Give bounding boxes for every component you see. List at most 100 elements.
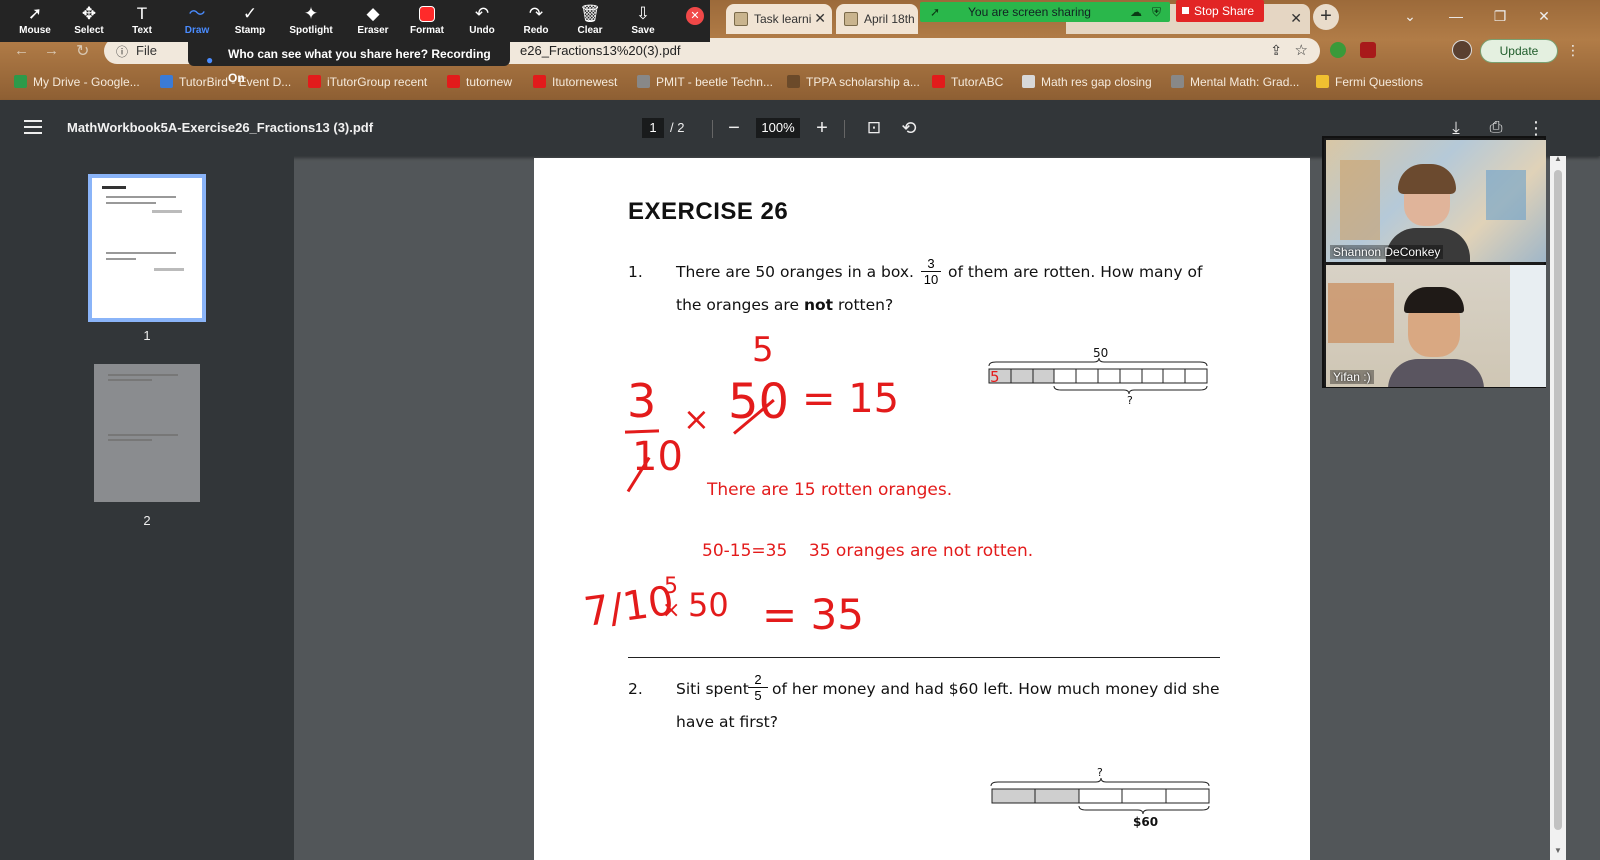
handwritten-numerator: 3: [627, 374, 657, 428]
pdf-title: MathWorkbook5A-Exercise26_Fractions13 (3…: [67, 120, 374, 135]
page-thumbnail-1[interactable]: [88, 174, 206, 322]
question-text: of them are rotten. How many of: [948, 263, 1203, 281]
bookmark-label: TPPA scholarship a...: [806, 75, 920, 89]
ublock-icon[interactable]: [1360, 42, 1376, 58]
extension-icon[interactable]: [1330, 42, 1346, 58]
minimize-icon[interactable]: —: [1434, 2, 1478, 30]
bookmark-item[interactable]: TutorABC: [932, 75, 1003, 89]
browser-tab[interactable]: April 18th: [836, 4, 918, 34]
share-arrow-icon: ➚: [930, 5, 941, 19]
bookmark-label: Mental Math: Grad...: [1190, 75, 1300, 89]
close-icon[interactable]: ✕: [814, 10, 826, 27]
tool-label: Redo: [523, 25, 549, 36]
stop-share-button[interactable]: Stop Share: [1176, 0, 1264, 22]
bookmark-item[interactable]: PMIT - beetle Techn...: [637, 75, 773, 89]
bookmark-favicon-icon: [447, 75, 460, 88]
bookmark-item[interactable]: iTutorGroup recent: [308, 75, 427, 89]
bookmark-item[interactable]: TutorBird - Event D...: [160, 75, 291, 89]
tool-clear-button[interactable]: 🗑 Clear: [565, 3, 615, 41]
question-text-line2: have at first?: [676, 713, 778, 731]
info-icon[interactable]: ⓘ: [116, 43, 128, 60]
tool-eraser-button[interactable]: ◆ Eraser: [348, 3, 398, 41]
handwritten-value: 50: [688, 586, 729, 624]
bookmark-label: My Drive - Google...: [33, 75, 140, 89]
screen-sharing-status[interactable]: ➚ You are screen sharing ☁ ⛨: [920, 2, 1170, 22]
bookmark-item[interactable]: My Drive - Google...: [14, 75, 140, 89]
scroll-down-icon[interactable]: ▼: [1554, 846, 1562, 855]
tool-select-button[interactable]: ✥ Select: [64, 3, 114, 41]
profile-avatar[interactable]: [1452, 40, 1472, 60]
question-text-line2: the oranges are not rotten?: [676, 296, 893, 314]
share-icon[interactable]: ⇪: [1270, 42, 1282, 59]
tool-redo-button[interactable]: ↷ Redo: [511, 3, 561, 41]
tool-label: Spotlight: [289, 25, 333, 36]
cloud-icon: ☁: [1130, 5, 1142, 19]
bookmark-item[interactable]: Mental Math: Grad...: [1171, 75, 1299, 89]
update-button[interactable]: Update: [1480, 39, 1558, 63]
text-icon: T: [136, 4, 148, 23]
question-text: Siti spent: [676, 680, 749, 698]
rotate-icon[interactable]: ⟲: [895, 114, 923, 142]
tool-draw-button[interactable]: 〜 Draw: [172, 3, 222, 41]
handwritten-value: 50: [728, 374, 790, 430]
tool-stamp-button[interactable]: ✓ Stamp: [225, 3, 275, 41]
new-tab-button[interactable]: +: [1313, 4, 1339, 30]
eraser-icon: ◆: [366, 4, 380, 23]
question-text: There are 50 oranges in a box.: [676, 263, 914, 281]
typed-answer: 50-15=35 35 oranges are not rotten.: [702, 541, 1034, 561]
mouse-pointer-icon: ➚: [27, 4, 43, 23]
bookmark-star-icon[interactable]: ☆: [1295, 41, 1308, 59]
menu-icon[interactable]: [24, 120, 42, 134]
close-icon[interactable]: ✕: [1290, 10, 1302, 27]
share-notice[interactable]: ● Who can see what you share here? Recor…: [188, 42, 510, 85]
back-icon[interactable]: ←: [14, 42, 29, 59]
restore-icon[interactable]: ❐: [1478, 2, 1522, 30]
page-thumbnail-2[interactable]: [94, 364, 200, 502]
tool-label: Text: [132, 25, 152, 36]
save-icon: ⇩: [635, 4, 651, 23]
pdf-scrollbar[interactable]: ▲ ▼: [1550, 154, 1566, 860]
bookmark-item[interactable]: TPPA scholarship a...: [787, 75, 920, 89]
address-url[interactable]: e26_Fractions13%20(3).pdf: [520, 43, 680, 58]
video-panel: Shannon DeConkey Yifan :): [1322, 136, 1546, 388]
page-number-input[interactable]: 1: [642, 118, 664, 138]
bookmark-favicon-icon: [637, 75, 650, 88]
tool-spotlight-button[interactable]: ✦ Spotlight: [286, 3, 336, 41]
redo-icon: ↷: [528, 4, 544, 23]
format-icon: [402, 3, 452, 25]
tool-label: Clear: [577, 25, 603, 36]
tab-title: Task learni: [754, 12, 812, 26]
tool-format-button[interactable]: Format: [402, 3, 452, 41]
tab-search-icon[interactable]: ⌄: [1388, 2, 1432, 30]
video-tile[interactable]: Yifan :): [1326, 265, 1546, 387]
scroll-up-icon[interactable]: ▲: [1554, 154, 1562, 163]
window-close-icon[interactable]: ✕: [1522, 2, 1566, 30]
tool-save-button[interactable]: ⇩ Save: [618, 3, 668, 41]
zoom-level-input[interactable]: 100%: [756, 118, 800, 138]
handwritten-result: = 35: [762, 590, 864, 639]
tool-undo-button[interactable]: ↶ Undo: [457, 3, 507, 41]
shield-icon: ⛨: [1152, 5, 1162, 19]
reload-icon[interactable]: ↻: [76, 41, 89, 61]
bookmark-item[interactable]: Fermi Questions: [1316, 75, 1423, 89]
zoom-in-icon[interactable]: +: [808, 114, 836, 142]
bookmark-item[interactable]: Math res gap closing: [1022, 75, 1152, 89]
bookmark-item[interactable]: Itutornewest: [533, 75, 617, 89]
bookmark-favicon-icon: [1171, 75, 1184, 88]
tool-label: Save: [631, 25, 655, 36]
video-tile[interactable]: Shannon DeConkey: [1326, 140, 1546, 262]
tool-mouse-button[interactable]: ➚ Mouse: [10, 3, 60, 41]
handwritten-cancel-value: 5: [752, 330, 774, 370]
fit-page-icon[interactable]: ⊡: [860, 114, 888, 142]
scrollbar-thumb[interactable]: [1554, 170, 1562, 830]
browser-tab[interactable]: Task learni ✕: [726, 4, 832, 34]
bookmark-label: iTutorGroup recent: [327, 75, 428, 89]
bookmark-item[interactable]: tutornew: [447, 75, 512, 89]
browser-menu-icon[interactable]: ⋮: [1566, 42, 1580, 59]
stop-share-label: Stop Share: [1194, 4, 1255, 18]
tool-text-button[interactable]: T Text: [117, 3, 167, 41]
forward-icon[interactable]: →: [44, 42, 59, 59]
zoom-out-icon[interactable]: −: [720, 114, 748, 142]
close-icon[interactable]: ✕: [686, 7, 704, 25]
bookmark-label: TutorABC: [951, 75, 1004, 89]
